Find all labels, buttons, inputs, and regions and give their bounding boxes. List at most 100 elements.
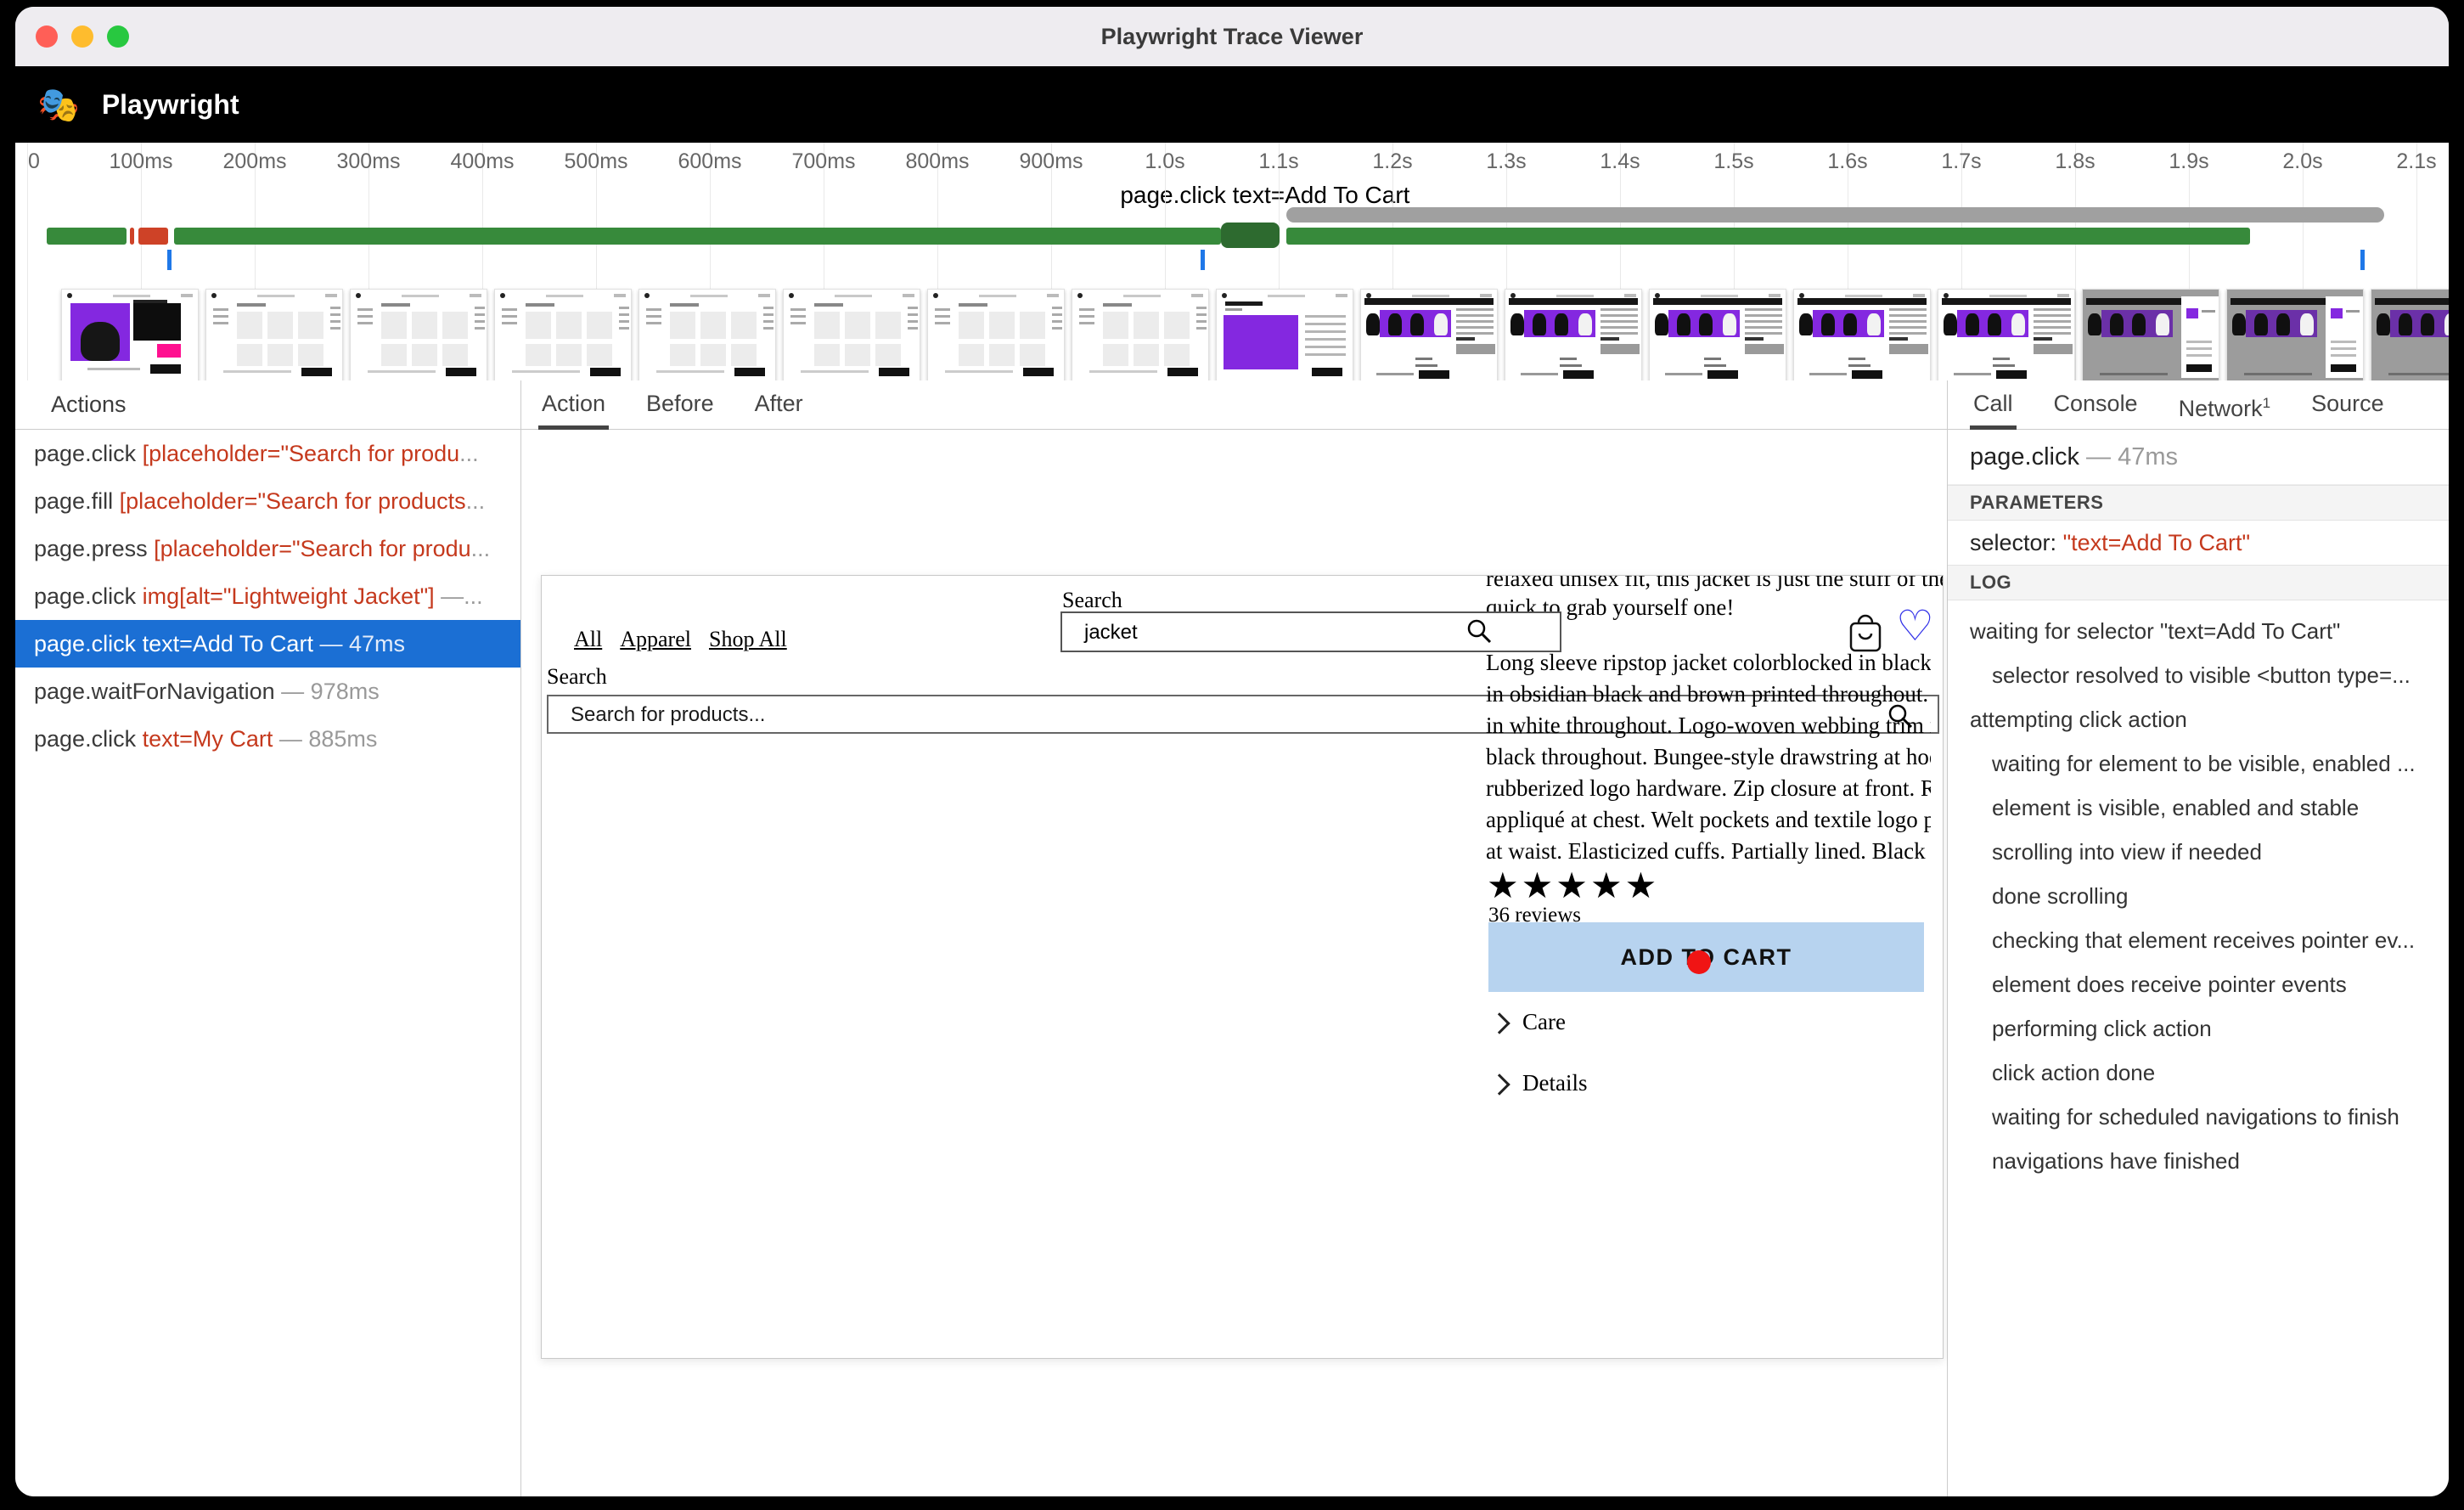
chevron-right-icon[interactable]	[1488, 1073, 1510, 1095]
action-item[interactable]: page.press [placeholder="Search for prod…	[15, 525, 520, 572]
timeline-tick-label: 1.3s	[1486, 149, 1526, 174]
timeline-tick-label: 1.0s	[1145, 149, 1184, 174]
click-marker	[1201, 250, 1205, 270]
thumb-part	[150, 364, 181, 374]
film-thumbnail[interactable]	[1072, 289, 1209, 381]
thumb-part	[213, 308, 228, 311]
thumb-part	[1889, 332, 1927, 335]
thumb-part	[412, 344, 437, 366]
timeline-bar[interactable]	[1286, 207, 2384, 223]
call-method: page.click	[1970, 443, 2079, 470]
action-item[interactable]: page.click text=Add To Cart — 47ms	[15, 620, 520, 668]
thumb-part	[1533, 313, 1546, 335]
thumb-part	[267, 344, 293, 366]
action-item[interactable]: page.fill [placeholder="Search for produ…	[15, 477, 520, 525]
thumb-part	[1745, 332, 1782, 335]
action-method: page.click	[34, 583, 143, 609]
thumb-part	[2034, 326, 2071, 329]
thumb-part	[1745, 337, 1764, 341]
timeline-bar[interactable]	[1286, 228, 2250, 245]
timeline-gridline	[27, 143, 28, 380]
thumb-part	[1745, 344, 1784, 354]
film-thumbnail[interactable]	[1793, 289, 1931, 381]
action-item[interactable]: page.waitForNavigation — 978ms	[15, 668, 520, 715]
nav-link-shop-all[interactable]: Shop All	[709, 627, 787, 652]
film-thumbnail[interactable]	[927, 289, 1065, 381]
action-item[interactable]: page.click text=My Cart — 885ms	[15, 715, 520, 763]
timeline-bar[interactable]	[1221, 223, 1280, 248]
film-thumbnail[interactable]	[1216, 289, 1353, 381]
thumb-part	[475, 320, 485, 323]
thumb-part	[1103, 344, 1128, 366]
film-thumbnail[interactable]	[2226, 289, 2364, 381]
tab-console[interactable]: Console	[2051, 380, 2141, 430]
film-thumbnail[interactable]	[1649, 289, 1786, 381]
thumb-part	[1305, 323, 1346, 325]
heart-icon[interactable]: ♡	[1896, 601, 1934, 651]
thumb-part	[979, 295, 1016, 297]
thumb-part	[2399, 313, 2412, 335]
thumb-part	[1701, 295, 1738, 297]
nav-link-all[interactable]: All	[574, 627, 602, 652]
timeline-bar[interactable]	[138, 228, 168, 245]
accordion-details[interactable]: Details	[1522, 1070, 1587, 1096]
timeline-bar[interactable]	[174, 228, 1221, 245]
timeline-tick-label: 1.2s	[1372, 149, 1412, 174]
thumb-part	[763, 307, 774, 309]
timeline[interactable]: page.click text=Add To Cart 0100ms200ms3…	[15, 143, 2449, 381]
thumb-part	[1196, 327, 1207, 330]
tab-action[interactable]: Action	[538, 380, 609, 430]
thumb-part	[1364, 298, 1494, 305]
thumb-part	[1419, 370, 1449, 379]
thumb-part	[989, 344, 1015, 366]
timeline-tick-label: 500ms	[564, 149, 627, 174]
thumb-part	[1677, 313, 1690, 335]
tab-source[interactable]: Source	[2308, 380, 2388, 430]
timeline-bar[interactable]	[47, 228, 127, 245]
description-line: in white throughout. Logo-woven webbing …	[1486, 710, 1931, 741]
tab-call[interactable]: Call	[1970, 380, 2017, 430]
film-thumbnail[interactable]	[783, 289, 920, 381]
tab-after[interactable]: After	[751, 380, 807, 430]
thumb-part	[267, 312, 293, 339]
thumb-part	[935, 322, 950, 324]
thumb-part	[2132, 313, 2146, 335]
film-thumbnail[interactable]	[639, 289, 776, 381]
film-thumbnail[interactable]	[1360, 289, 1498, 381]
accordion-care[interactable]: Care	[1522, 1009, 1566, 1035]
timeline-tick-label: 100ms	[109, 149, 172, 174]
thumb-part	[1305, 330, 1346, 333]
film-thumbnail[interactable]	[2082, 289, 2219, 381]
thumb-part	[1563, 370, 1594, 379]
film-thumbnail[interactable]	[61, 289, 199, 381]
film-thumbnail[interactable]	[2371, 289, 2449, 381]
tab-network[interactable]: Network1	[2175, 380, 2275, 430]
nav-link-apparel[interactable]: Apparel	[620, 627, 691, 652]
thumb-part	[1410, 313, 1424, 335]
action-item[interactable]: page.click [placeholder="Search for prod…	[15, 430, 520, 477]
thumb-part	[790, 322, 806, 324]
thumb-part	[412, 312, 437, 339]
thumb-part	[446, 368, 476, 376]
tab-before[interactable]: Before	[643, 380, 717, 430]
film-thumbnail[interactable]	[1505, 289, 1642, 381]
thumb-part	[330, 313, 340, 316]
timeline-bar[interactable]	[130, 228, 134, 245]
thumb-part	[1556, 295, 1594, 297]
add-to-cart-button[interactable]: ADD TO CART	[1488, 922, 1924, 992]
thumb-part	[656, 370, 724, 373]
thumb-part	[1366, 313, 1380, 335]
film-thumbnail[interactable]	[205, 289, 343, 381]
thumb-part	[1123, 295, 1161, 297]
chevron-right-icon[interactable]	[1488, 1012, 1510, 1034]
action-item[interactable]: page.click img[alt="Lightweight Jacket"]…	[15, 572, 520, 620]
thumb-part	[1456, 308, 1494, 311]
search-icon[interactable]	[1465, 617, 1494, 650]
film-thumbnail[interactable]	[494, 289, 632, 381]
film-thumbnail[interactable]	[350, 289, 487, 381]
thumb-part	[814, 344, 840, 366]
film-thumbnail[interactable]	[1938, 289, 2075, 381]
thumb-part	[502, 308, 517, 311]
thumb-part	[1456, 326, 1494, 329]
actions-panel: Actions page.click [placeholder="Search …	[15, 380, 521, 1496]
